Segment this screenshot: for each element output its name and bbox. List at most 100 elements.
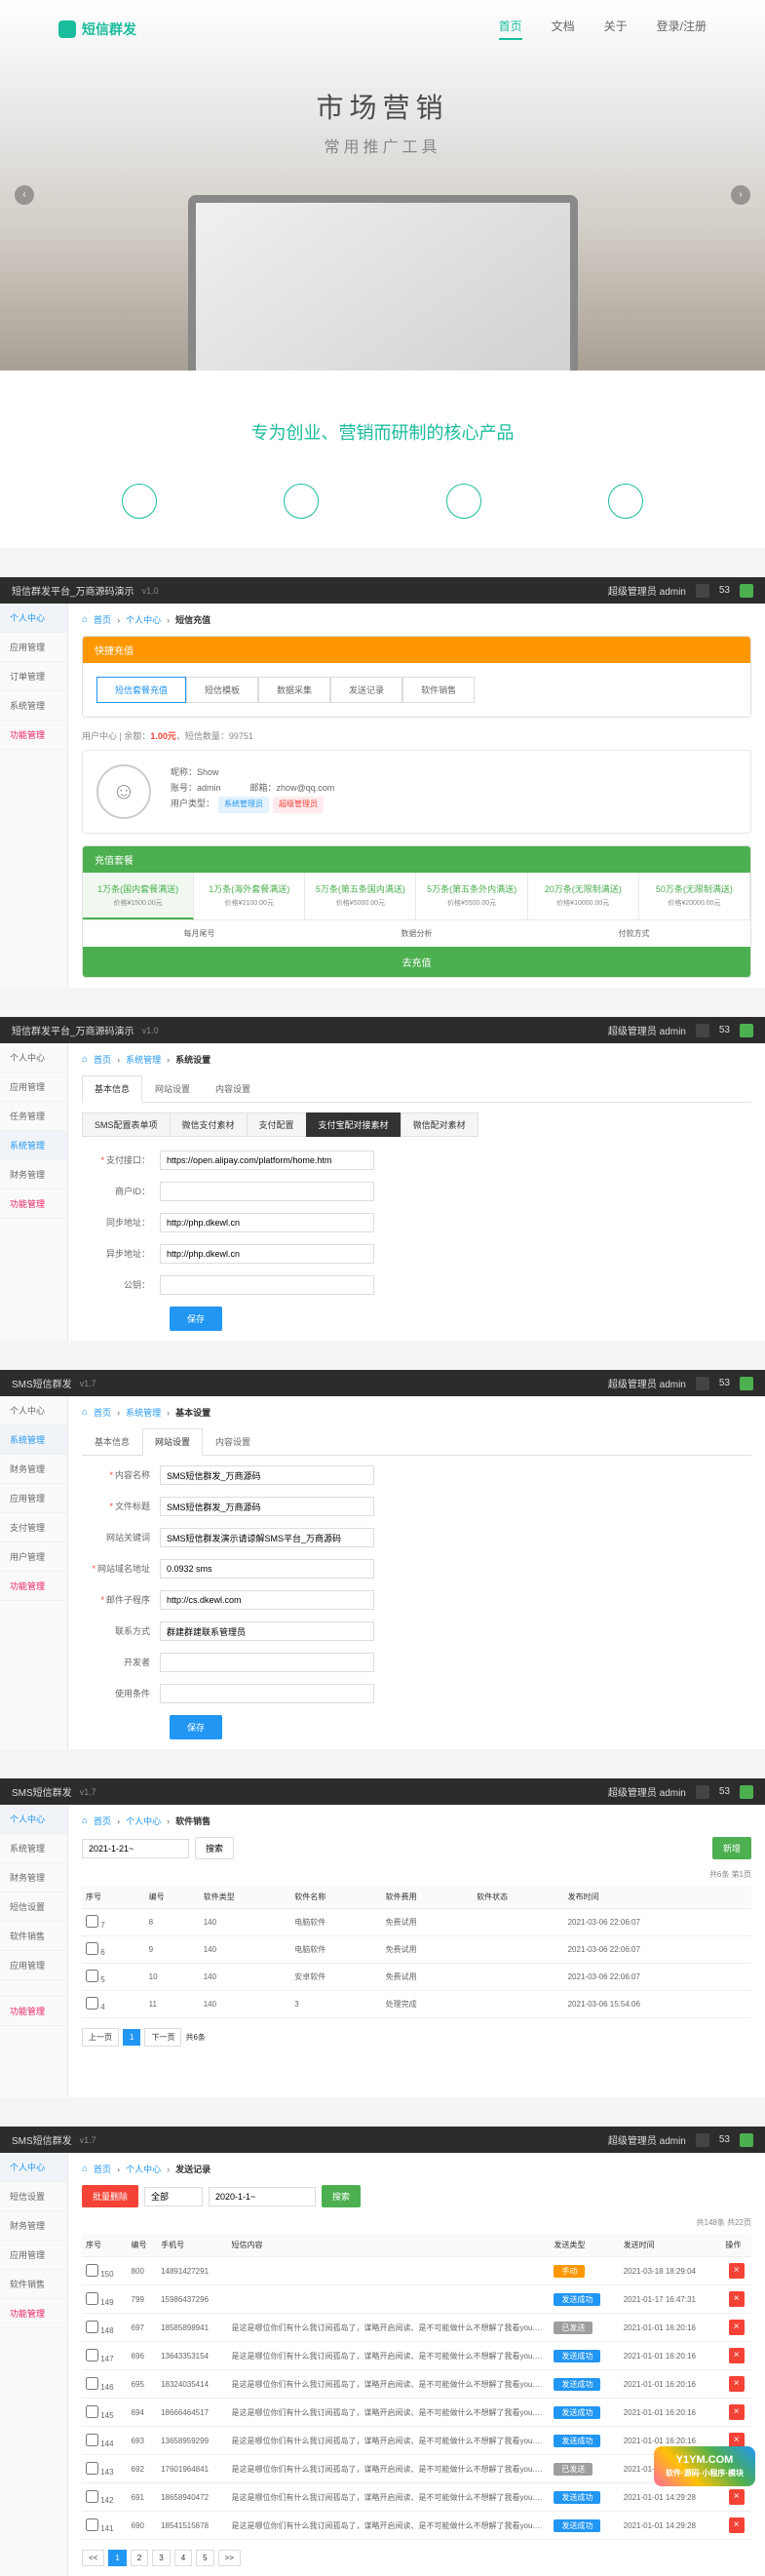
sidebar-item[interactable]: 功能管理 [0,721,67,750]
delete-button[interactable]: × [729,2489,745,2505]
user-status-icon[interactable] [740,1377,753,1390]
sidebar-item[interactable]: 应用管理 [0,633,67,662]
tab[interactable]: 基本信息 [82,1428,142,1455]
sidebar-item[interactable]: 功能管理 [0,1572,67,1601]
admin-user-label[interactable]: 超级管理员 admin [608,583,686,598]
user-status-icon[interactable] [740,1785,753,1799]
row-checkbox[interactable] [86,2434,98,2446]
logo[interactable]: 短信群发 [58,20,136,39]
go-recharge-button[interactable]: 去充值 [83,947,750,977]
text-input[interactable] [160,1244,374,1264]
save-button[interactable]: 保存 [170,1307,222,1331]
sub-tab[interactable]: SMS配置表单项 [82,1112,171,1137]
text-input[interactable] [160,1653,374,1672]
sidebar-item[interactable]: 任务管理 [0,1102,67,1131]
notification-icon[interactable] [696,1785,709,1799]
page-prev[interactable]: 上一页 [82,2028,119,2047]
sub-tab[interactable]: 微信配对素材 [401,1112,478,1137]
text-input[interactable] [160,1151,374,1170]
sidebar-item[interactable]: 个人中心 [0,1805,67,1834]
sidebar-item[interactable]: 应用管理 [0,2241,67,2270]
sidebar-item[interactable]: 个人中心 [0,2153,67,2182]
delete-button[interactable]: × [729,2404,745,2420]
sidebar-item[interactable]: 应用管理 [0,1951,67,1980]
page-num[interactable]: 2 [131,2550,148,2566]
text-input[interactable] [160,1590,374,1610]
sidebar-item[interactable]: 订单管理 [0,662,67,691]
sidebar-item[interactable]: 功能管理 [0,1997,67,2026]
package-item[interactable]: 5万条(第五条外内满送)价格¥5500.00元 [416,873,527,919]
package-item[interactable]: 5万条(第五条国内满送)价格¥5000.00元 [305,873,416,919]
sidebar-item[interactable]: 软件销售 [0,2270,67,2299]
delete-button[interactable]: × [729,2517,745,2533]
text-input[interactable] [160,1497,374,1516]
tab[interactable]: 内容设置 [203,1075,263,1102]
sidebar-item[interactable]: 系统管理 [0,691,67,721]
recharge-tab-btn[interactable]: 短信套餐充值 [96,677,186,703]
sidebar-item[interactable]: 个人中心 [0,1396,67,1425]
page-num[interactable]: 3 [152,2550,170,2566]
row-checkbox[interactable] [86,2292,98,2305]
date-input[interactable] [209,2187,316,2206]
package-item[interactable]: 1万条(海外套餐满送)价格¥2100.00元 [194,873,305,919]
package-item[interactable]: 50万条(无限制满送)价格¥20000.00元 [639,873,750,919]
text-input[interactable] [160,1559,374,1579]
sidebar-item[interactable]: 功能管理 [0,2299,67,2328]
nav-login[interactable]: 登录/注册 [657,18,707,40]
save-button[interactable]: 保存 [170,1715,222,1739]
text-input[interactable] [160,1621,374,1641]
sidebar-item[interactable]: 应用管理 [0,1484,67,1513]
date-input[interactable] [82,1839,189,1858]
recharge-tab-btn[interactable]: 短信模板 [186,677,258,703]
text-input[interactable] [160,1684,374,1703]
home-icon[interactable]: ⌂ [82,1054,88,1065]
page-num[interactable]: 5 [196,2550,213,2566]
bc-home[interactable]: 首页 [94,613,111,626]
package-item[interactable]: 1万条(国内套餐满送)价格¥1500.00元 [83,873,194,919]
row-checkbox[interactable] [86,2518,98,2531]
sidebar-item[interactable]: 用户管理 [0,1542,67,1572]
sidebar-item[interactable]: 短信设置 [0,2182,67,2211]
sidebar-item[interactable]: 应用管理 [0,1073,67,1102]
delete-button[interactable]: × [729,2263,745,2279]
sidebar-item[interactable]: 财务管理 [0,1455,67,1484]
page-num[interactable]: 1 [123,2029,140,2046]
sidebar-item[interactable]: 功能管理 [0,1190,67,1219]
row-checkbox[interactable] [86,2321,98,2333]
nav-home[interactable]: 首页 [499,18,522,40]
nav-about[interactable]: 关于 [604,18,628,40]
notification-icon[interactable] [696,1024,709,1037]
text-input[interactable] [160,1528,374,1547]
home-icon[interactable]: ⌂ [82,1407,88,1418]
carousel-prev-icon[interactable]: ‹ [15,185,34,205]
notification-icon[interactable] [696,584,709,598]
recharge-tab-btn[interactable]: 数据采集 [258,677,330,703]
batch-delete-button[interactable]: 批量删除 [82,2185,138,2207]
tab[interactable]: 网站设置 [142,1075,203,1102]
sidebar-item[interactable]: 系统管理 [0,1131,67,1160]
row-checkbox[interactable] [86,2349,98,2361]
row-checkbox[interactable] [86,1942,98,1955]
page-prev[interactable]: << [82,2550,104,2566]
carousel-next-icon[interactable]: › [731,185,750,205]
home-icon[interactable]: ⌂ [82,1815,88,1826]
delete-button[interactable]: × [729,2348,745,2363]
recharge-tab-btn[interactable]: 发送记录 [330,677,402,703]
sidebar-item[interactable]: 软件销售 [0,1922,67,1951]
sidebar-item[interactable]: 财务管理 [0,1863,67,1893]
sidebar-item[interactable]: 财务管理 [0,1160,67,1190]
user-status-icon[interactable] [740,1024,753,1037]
sub-tab[interactable]: 支付宝配对接素材 [306,1112,402,1137]
page-num[interactable]: 1 [108,2550,126,2566]
nav-docs[interactable]: 文档 [552,18,575,40]
search-button[interactable]: 搜索 [195,1837,234,1859]
add-button[interactable]: 新增 [712,1837,751,1859]
sidebar-item[interactable]: 系统管理 [0,1425,67,1455]
row-checkbox[interactable] [86,1915,98,1928]
row-checkbox[interactable] [86,1997,98,2010]
tab[interactable]: 基本信息 [82,1075,142,1103]
text-input[interactable] [160,1182,374,1201]
tab[interactable]: 内容设置 [203,1428,263,1455]
text-input[interactable] [160,1465,374,1485]
user-status-icon[interactable] [740,2133,753,2147]
